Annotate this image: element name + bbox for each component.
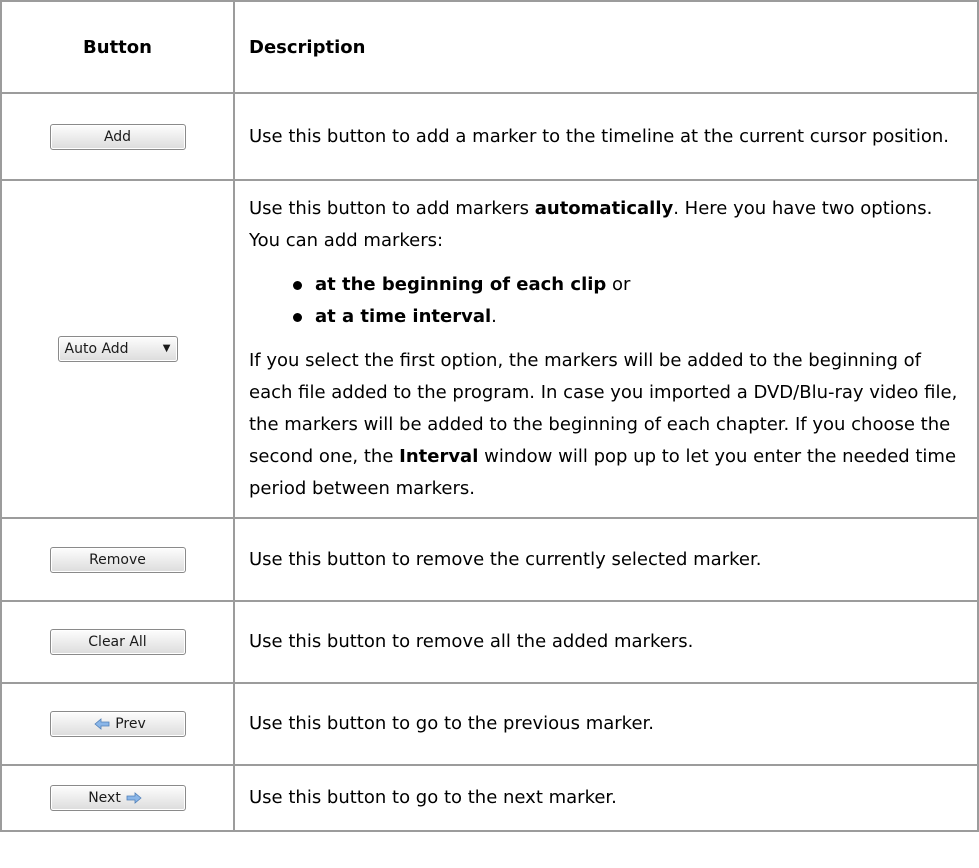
button-cell: Remove: [0, 517, 235, 602]
description-cell: Use this button to add a marker to the t…: [233, 92, 979, 181]
button-cell: Prev: [0, 682, 235, 766]
button-cell: Clear All: [0, 600, 235, 684]
buttons-table: Button Description Add Use this button t…: [0, 0, 979, 832]
clear-all-button[interactable]: Clear All: [49, 629, 186, 655]
table-row: Add Use this button to add a marker to t…: [0, 92, 979, 181]
prev-label: Prev: [115, 716, 146, 732]
right-arrow-icon: [126, 792, 142, 804]
left-arrow-icon: [94, 718, 110, 730]
table-row: Clear All Use this button to remove all …: [0, 600, 979, 684]
table-row: Auto Add ▼ Use this button to add markers…: [0, 179, 979, 519]
description-cell: Use this button to remove the currently …: [233, 517, 979, 602]
add-button[interactable]: Add: [49, 123, 186, 150]
header-description: Description: [233, 0, 979, 94]
next-label: Next: [88, 790, 121, 806]
description-cell: Use this button to add markers automatic…: [233, 179, 979, 519]
description-cell: Use this button to go to the next marker…: [233, 764, 979, 832]
auto-add-detail: If you select the first option, the mark…: [249, 350, 958, 499]
button-cell: Auto Add ▼: [0, 179, 235, 519]
list-item: at the beginning of each clip or: [293, 269, 963, 301]
description-cell: Use this button to go to the previous ma…: [233, 682, 979, 766]
table-row: Prev Use this button to go to the previo…: [0, 682, 979, 766]
button-cell: Add: [0, 92, 235, 181]
auto-add-intro: Use this button to add markers automatic…: [249, 198, 933, 251]
table-header-row: Button Description: [0, 0, 979, 94]
chevron-down-icon: ▼: [162, 343, 171, 354]
header-button: Button: [0, 0, 235, 94]
options-list: at the beginning of each clip or at a ti…: [249, 269, 963, 333]
auto-add-button[interactable]: Auto Add ▼: [57, 336, 178, 362]
prev-button[interactable]: Prev: [49, 711, 186, 737]
table-row: Remove Use this button to remove the cur…: [0, 517, 979, 602]
auto-add-label: Auto Add: [64, 341, 129, 357]
description-cell: Use this button to remove all the added …: [233, 600, 979, 684]
next-button[interactable]: Next: [49, 785, 186, 811]
button-cell: Next: [0, 764, 235, 832]
list-item: at a time interval.: [293, 301, 963, 333]
table-row: Next Use this button to go to the next m…: [0, 764, 979, 832]
remove-button[interactable]: Remove: [49, 546, 186, 573]
